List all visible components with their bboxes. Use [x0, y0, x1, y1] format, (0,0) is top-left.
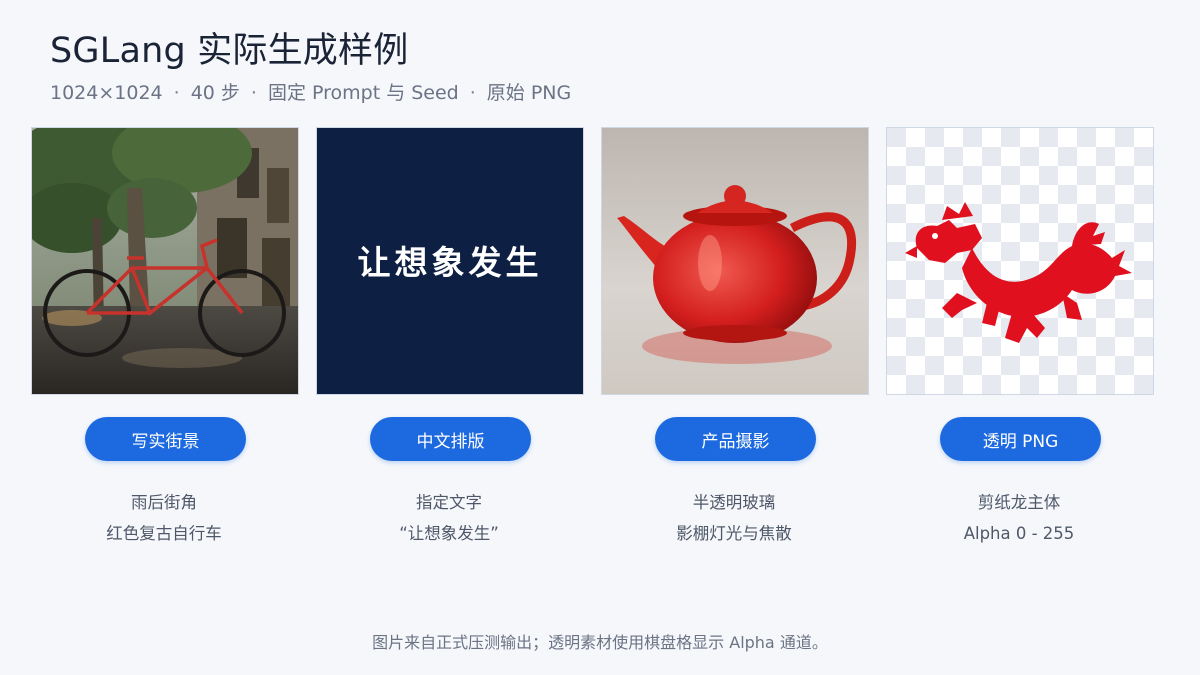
- poster-text: 让想象发生: [358, 243, 543, 282]
- meta-format: 原始 PNG: [486, 82, 572, 104]
- meta-resolution: 1024×1024: [50, 82, 163, 104]
- footer-note: 图片来自正式压测输出；透明素材使用棋盘格显示 Alpha 通道。: [372, 633, 828, 652]
- meta-prompt-seed: 固定 Prompt 与 Seed: [267, 82, 459, 104]
- tag-pill-product[interactable]: 产品摄影: [655, 417, 816, 461]
- tag-pill-typography[interactable]: 中文排版: [370, 417, 531, 461]
- red-paper-cut-dragon: [887, 128, 1153, 394]
- card-description-street: 雨后街角 红色复古自行车: [31, 487, 297, 549]
- description-line: 影棚灯光与焦散: [676, 524, 792, 543]
- card-description-transparent: 剪纸龙主体 Alpha 0 - 255: [886, 487, 1152, 549]
- page-title: SGLang 实际生成样例: [50, 31, 409, 71]
- sample-image-red-teapot: [601, 127, 869, 395]
- tag-pill-street[interactable]: 写实街景: [85, 417, 246, 461]
- card-description-product: 半透明玻璃 影棚灯光与焦散: [601, 487, 867, 549]
- meta-steps: 40 步: [190, 82, 240, 104]
- meta-separator: ·: [250, 82, 257, 104]
- sample-image-street-bicycle: [31, 127, 299, 395]
- chinese-text-poster: 让想象发生: [317, 128, 583, 394]
- meta-separator: ·: [469, 82, 476, 104]
- red-glass-teapot-photo: [602, 128, 868, 394]
- page-subtitle: 1024×1024 · 40 步 · 固定 Prompt 与 Seed · 原始 PNG: [50, 78, 571, 105]
- description-line: 红色复古自行车: [106, 524, 222, 543]
- description-line: 雨后街角: [131, 493, 197, 512]
- card-description-typography: 指定文字 “让想象发生”: [316, 487, 582, 549]
- meta-separator: ·: [173, 82, 180, 104]
- description-line: Alpha 0 - 255: [963, 524, 1075, 543]
- description-line: “让想象发生”: [399, 524, 499, 543]
- street-bicycle-photo: [32, 128, 298, 394]
- description-line: 半透明玻璃: [692, 493, 776, 512]
- description-line: 指定文字: [416, 493, 482, 512]
- tag-pill-transparent[interactable]: 透明 PNG: [940, 417, 1101, 461]
- description-line: 剪纸龙主体: [977, 493, 1061, 512]
- sample-image-paper-cut-dragon: [886, 127, 1154, 395]
- sample-image-chinese-poster: 让想象发生: [316, 127, 584, 395]
